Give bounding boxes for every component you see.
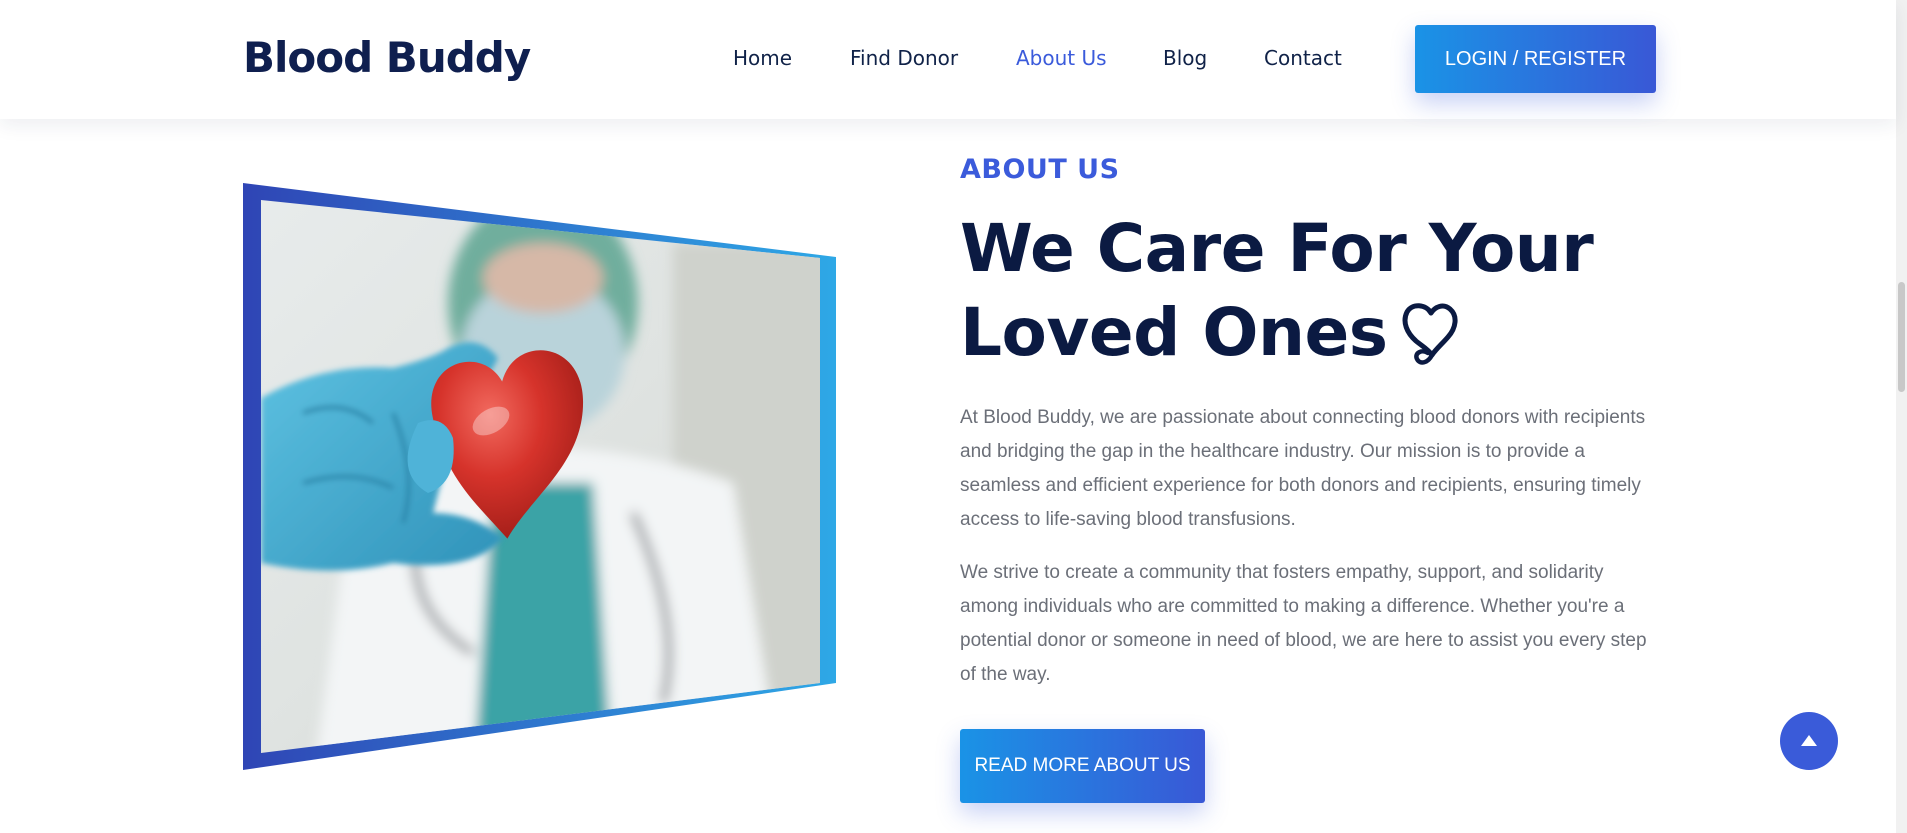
headline-line-1: We Care For Your	[960, 210, 1594, 287]
headline-line-2: Loved Ones	[960, 294, 1388, 371]
read-more-button[interactable]: READ MORE ABOUT US	[960, 729, 1205, 803]
nav-contact[interactable]: Contact	[1264, 46, 1342, 70]
section-headline: We Care For Your Loved Ones	[960, 207, 1660, 389]
stethoscope-heart-icon	[1402, 301, 1460, 389]
about-paragraph-1: At Blood Buddy, we are passionate about …	[960, 407, 1646, 530]
login-register-button[interactable]: LOGIN / REGISTER	[1415, 25, 1656, 93]
nav-home[interactable]: Home	[733, 46, 792, 70]
section-eyebrow: ABOUT US	[960, 154, 1120, 185]
nav-about-us[interactable]: About Us	[1016, 46, 1107, 70]
about-paragraph-2: We strive to create a community that fos…	[960, 562, 1647, 685]
site-header: Blood Buddy Home Find Donor About Us Blo…	[0, 0, 1896, 119]
about-image-frame	[243, 183, 836, 771]
nav-blog[interactable]: Blog	[1163, 46, 1207, 70]
arrow-up-icon	[1801, 735, 1817, 746]
nav-find-donor[interactable]: Find Donor	[850, 46, 958, 70]
scrollbar-thumb[interactable]	[1898, 282, 1905, 392]
page-scrollbar[interactable]	[1896, 0, 1907, 833]
back-to-top-button[interactable]	[1780, 712, 1838, 770]
site-logo[interactable]: Blood Buddy	[243, 33, 531, 82]
doctor-holding-heart-photo	[243, 183, 836, 770]
